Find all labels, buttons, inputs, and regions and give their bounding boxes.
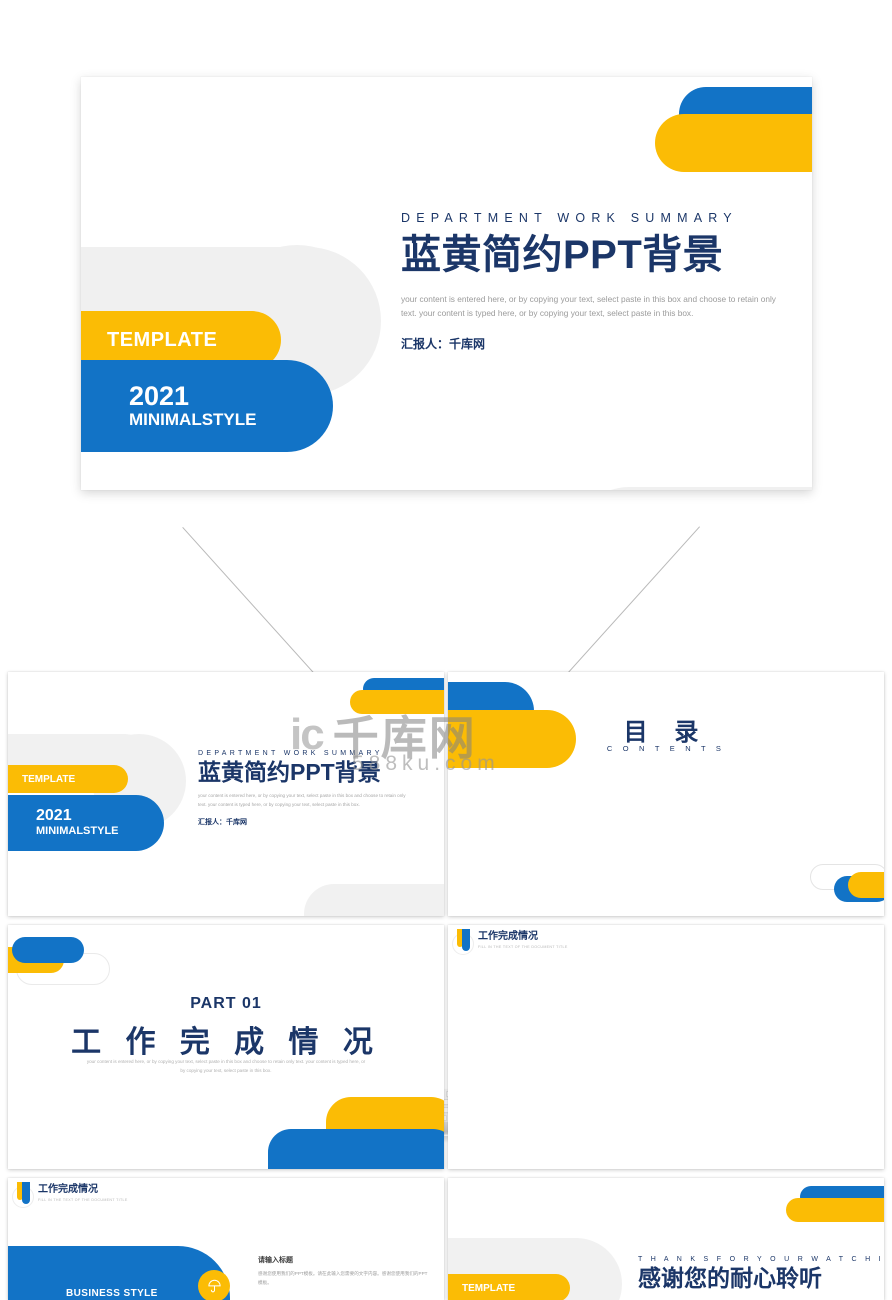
decor-yellow-pill-top xyxy=(350,690,444,714)
decor-grey-corner xyxy=(573,487,812,490)
thanks-title: 感谢您的耐心聆听 xyxy=(638,1265,822,1291)
hero-text-block: DEPARTMENT WORK SUMMARY 蓝黄简约PPT背景 your c… xyxy=(401,211,791,352)
thumbnail-contents-slide[interactable]: 目 录 C O N T E N T S xyxy=(448,672,884,916)
slide-header-title: 工作完成情况 xyxy=(478,931,538,942)
slide-header-subtitle: FILL IN THE TEXT OF THE DOCUMENT TITLE xyxy=(38,1198,128,1202)
hero-title: 蓝黄简约PPT背景 xyxy=(401,233,724,277)
thanks-eyebrow: T H A N K S F O R Y O U R W A T C H I N … xyxy=(638,1256,884,1263)
thumbnail-section-slide[interactable]: PART 01 工 作 完 成 情 况 your content is ente… xyxy=(8,925,444,1169)
business-right-body: 感谢您使用我们的PPT模板。请在此输入您需要的文字内容。感谢您使用我们的PPT模… xyxy=(258,1271,428,1285)
hero-body-text: your content is entered here, or by copy… xyxy=(401,293,776,319)
slide-header-subtitle: FILL IN THE TEXT OF THE DOCUMENT TITLE xyxy=(478,945,568,949)
umbrella-icon xyxy=(198,1270,230,1300)
contents-subtitle: C O N T E N T S xyxy=(606,744,726,753)
cover-body-text: your content is entered here, or by copy… xyxy=(198,793,406,807)
hero-presenter: 汇报人：千库网 xyxy=(401,336,486,351)
bookmark-icon xyxy=(12,1182,34,1208)
business-style-label: BUSINESS STYLE xyxy=(66,1288,158,1299)
thumbnail-business-slide[interactable]: 工作完成情况 FILL IN THE TEXT OF THE DOCUMENT … xyxy=(8,1178,444,1300)
thumbnail-thanks-slide[interactable]: TEMPLATE T H A N K S F O R Y O U R W A T… xyxy=(448,1178,884,1300)
slide-header: 工作完成情况 FILL IN THE TEXT OF THE DOCUMENT … xyxy=(452,929,568,955)
year-badge-year: 2021 xyxy=(129,381,190,412)
section-title: 工 作 完 成 情 况 xyxy=(71,1026,381,1059)
decor-yellow-pill-corner xyxy=(848,872,884,898)
contents-title: 目 录 xyxy=(623,719,709,746)
template-badge: TEMPLATE xyxy=(8,765,128,793)
template-badge-label: TEMPLATE xyxy=(22,773,76,785)
decor-blue-pill xyxy=(12,937,84,963)
decor-blue-pill-bottom xyxy=(268,1129,444,1169)
slide-header: 工作完成情况 FILL IN THE TEXT OF THE DOCUMENT … xyxy=(12,1182,128,1208)
section-part-label: PART 01 xyxy=(190,995,262,1012)
hero-slide[interactable]: TEMPLATE 2021 MINIMALSTYLE DEPARTMENT WO… xyxy=(81,77,812,490)
business-right-heading: 请输入标题 xyxy=(258,1257,293,1264)
screenshot-canvas: TEMPLATE 2021 MINIMALSTYLE DEPARTMENT WO… xyxy=(0,0,892,1300)
thumbnail-cover-slide[interactable]: TEMPLATE 2021 MINIMALSTYLE DEPARTMENT WO… xyxy=(8,672,444,916)
year-badge-style: MINIMALSTYLE xyxy=(36,825,119,838)
hero-eyebrow: DEPARTMENT WORK SUMMARY xyxy=(401,211,738,225)
decor-yellow-pill-top xyxy=(655,114,812,172)
year-badge: 2021 MINIMALSTYLE xyxy=(81,360,333,452)
year-badge-style: MINIMALSTYLE xyxy=(129,410,257,430)
template-badge: TEMPLATE xyxy=(448,1274,570,1300)
thanks-text-block: T H A N K S F O R Y O U R W A T C H I N … xyxy=(638,1256,884,1291)
template-badge-label: TEMPLATE xyxy=(462,1282,516,1294)
slide-header-title: 工作完成情况 xyxy=(38,1184,98,1195)
bookmark-icon xyxy=(452,929,474,955)
business-right-block: 请输入标题 感谢您使用我们的PPT模板。请在此输入您需要的文字内容。感谢您使用我… xyxy=(258,1255,428,1287)
decor-grey-corner xyxy=(304,884,444,916)
cover-eyebrow: DEPARTMENT WORK SUMMARY xyxy=(198,750,383,757)
cover-title: 蓝黄简约PPT背景 xyxy=(198,759,381,785)
cover-presenter: 汇报人：千库网 xyxy=(198,819,247,827)
template-badge-label: TEMPLATE xyxy=(107,328,218,351)
thumbnail-blank-slide[interactable]: 工作完成情况 FILL IN THE TEXT OF THE DOCUMENT … xyxy=(448,925,884,1169)
year-badge-year: 2021 xyxy=(36,807,72,825)
decor-yellow-pill-top xyxy=(786,1198,884,1222)
year-badge: 2021 MINIMALSTYLE xyxy=(8,795,164,851)
cover-text-block: DEPARTMENT WORK SUMMARY 蓝黄简约PPT背景 your c… xyxy=(198,750,438,827)
desk-photo xyxy=(0,520,892,1143)
section-body-text: your content is entered here, or by copy… xyxy=(86,1059,366,1073)
